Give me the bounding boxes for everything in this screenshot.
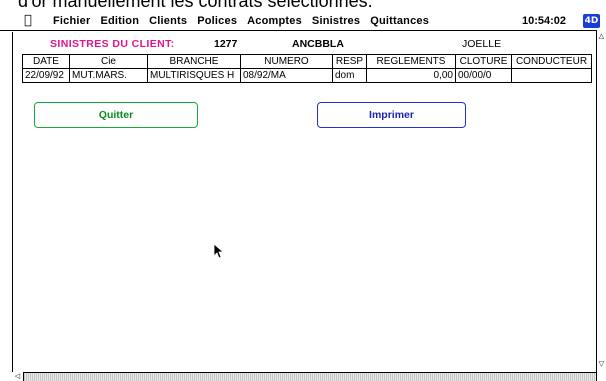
menu-edition[interactable]: Edition [100,15,139,27]
menu-quittances[interactable]: Quittances [370,15,429,27]
horizontal-scrollbar[interactable]: ◁ [12,372,596,381]
client-code: ANCBBLA [292,38,344,50]
print-button[interactable]: Imprimer [317,102,466,128]
scroll-down-icon[interactable]: ▽ [597,359,606,369]
scroll-up-icon[interactable]: △ [597,31,606,41]
cell-date[interactable]: 22/09/92 [22,68,70,83]
caption-strip: d'or manuellement les contrats sélection… [0,0,606,12]
quit-button[interactable]: Quitter [34,102,198,128]
page-title: SINISTRES DU CLIENT: [50,38,175,50]
table-header-row: DATE Cie BRANCHE NUMERO RESP REGLEMENTS … [22,54,592,69]
col-conducteur[interactable]: CONDUCTEUR [511,54,592,69]
menu-bar:  Fichier Edition Clients Polices Acompt… [0,12,606,31]
cell-reglements[interactable]: 0,00 [366,68,456,83]
col-cie[interactable]: Cie [69,54,148,69]
claims-window: SINISTRES DU CLIENT: 1277 ANCBBLA JOELLE… [12,32,606,381]
menu-polices[interactable]: Polices [197,15,237,27]
cell-cloture[interactable]: 00/00/0 [455,68,512,83]
col-cloture[interactable]: CLOTURE [455,54,512,69]
menu-sinistres[interactable]: Sinistres [312,15,360,27]
cell-branche[interactable]: MULTIRISQUES H [147,68,241,83]
menu-clients[interactable]: Clients [149,15,187,27]
apple-icon[interactable]:  [24,13,32,28]
scroll-left-icon[interactable]: ◁ [12,372,24,381]
menu-clock: 10:54:02 [522,15,567,27]
col-numero[interactable]: NUMERO [240,54,333,69]
table-row[interactable]: 22/09/92 MUT.MARS. MULTIRISQUES H 08/92/… [22,68,592,83]
user-name: JOELLE [462,38,502,50]
cell-cie[interactable]: MUT.MARS. [69,68,148,83]
col-branche[interactable]: BRANCHE [147,54,241,69]
cell-resp[interactable]: dom [332,68,367,83]
claims-table: DATE Cie BRANCHE NUMERO RESP REGLEMENTS … [22,54,592,83]
caption-text: d'or manuellement les contrats sélection… [18,0,373,11]
client-number: 1277 [214,38,238,50]
menu-items: Fichier Edition Clients Polices Acomptes… [53,15,429,27]
cell-conducteur[interactable] [511,68,592,83]
vertical-scrollbar[interactable]: △ ▽ [596,30,606,381]
cell-numero[interactable]: 08/92/MA [240,68,333,83]
col-resp[interactable]: RESP [332,54,367,69]
menu-fichier[interactable]: Fichier [53,15,90,27]
menu-acomptes[interactable]: Acomptes [247,15,302,27]
app-4d-icon[interactable]: 4D [583,14,600,28]
col-date[interactable]: DATE [22,54,70,69]
mouse-pointer-icon [213,243,225,259]
col-reglements[interactable]: REGLEMENTS [366,54,456,69]
